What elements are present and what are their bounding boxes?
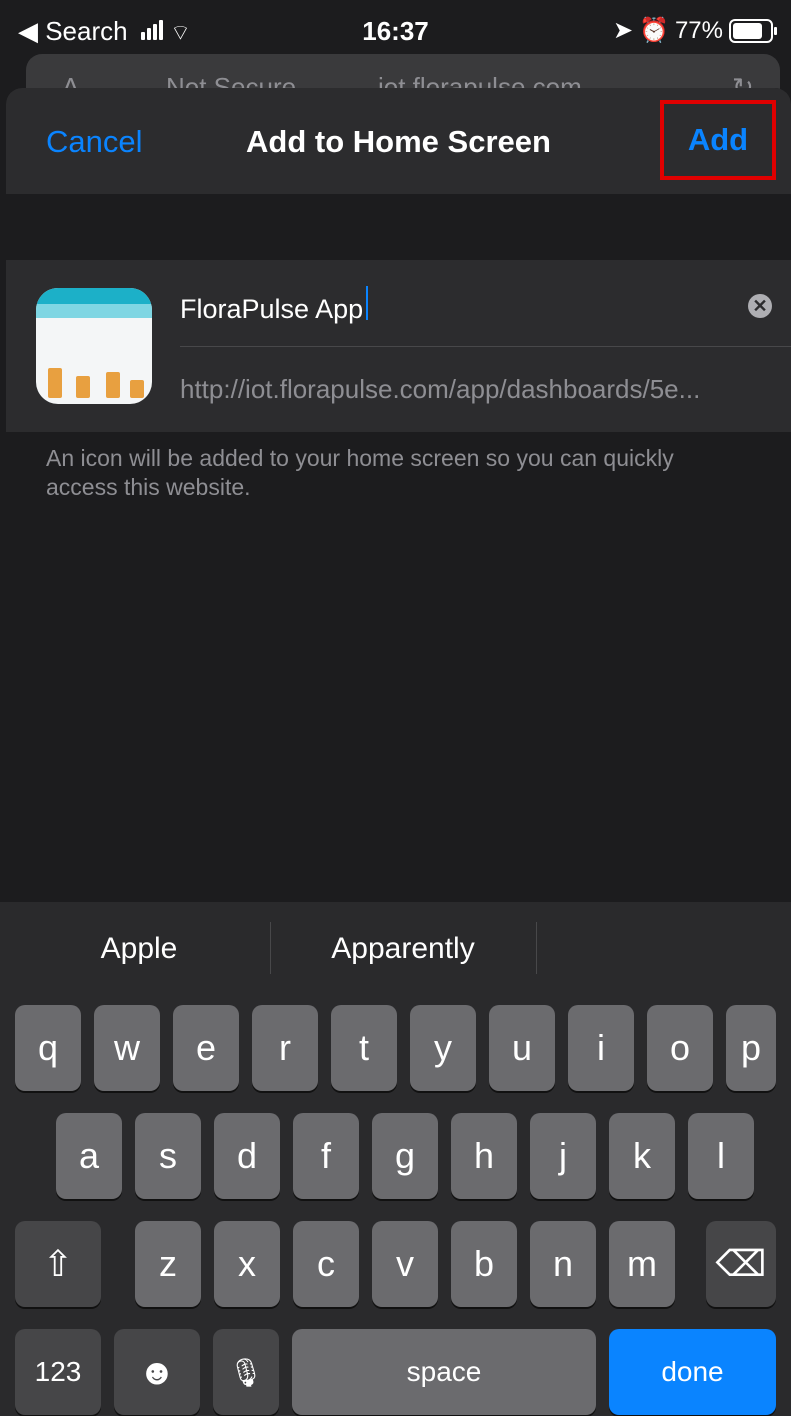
key-i[interactable]: i (568, 1005, 634, 1091)
dictation-key[interactable]: 🎙 (213, 1329, 279, 1415)
key-z[interactable]: z (135, 1221, 201, 1307)
add-button[interactable]: Add (660, 100, 776, 180)
suggestion-bar: Apple Apparently (0, 902, 791, 998)
alarm-icon: ⏰ (639, 17, 669, 44)
key-r[interactable]: r (252, 1005, 318, 1091)
key-e[interactable]: e (173, 1005, 239, 1091)
key-y[interactable]: y (410, 1005, 476, 1091)
key-c[interactable]: c (293, 1221, 359, 1307)
emoji-key[interactable]: ☻ (114, 1329, 200, 1415)
battery-percent: 77% (674, 16, 723, 44)
key-s[interactable]: s (135, 1113, 201, 1199)
key-x[interactable]: x (214, 1221, 280, 1307)
key-o[interactable]: o (647, 1005, 713, 1091)
divider (180, 346, 791, 347)
shortcut-card: ✕ http://iot.florapulse.com/app/dashboar… (6, 260, 791, 432)
key-d[interactable]: d (214, 1113, 280, 1199)
suggestion-apparently[interactable]: Apparently (272, 932, 534, 966)
text-caret (366, 286, 368, 320)
delete-key[interactable]: ⌫ (706, 1221, 776, 1307)
key-l[interactable]: l (688, 1113, 754, 1199)
location-icon: ➤ (612, 17, 634, 44)
key-u[interactable]: u (489, 1005, 555, 1091)
key-t[interactable]: t (331, 1005, 397, 1091)
space-key[interactable]: space (292, 1329, 596, 1415)
key-h[interactable]: h (451, 1113, 517, 1199)
shift-key[interactable]: ⇧ (15, 1221, 101, 1307)
add-button-label: Add (687, 122, 749, 157)
microphone-icon: 🎙 (228, 1356, 264, 1388)
key-n[interactable]: n (530, 1221, 596, 1307)
suggestion-apple[interactable]: Apple (8, 932, 270, 966)
sheet-nav-bar: Cancel Add to Home Screen Add (6, 88, 791, 194)
key-p[interactable]: p (726, 1005, 776, 1091)
done-key[interactable]: done (609, 1329, 776, 1415)
key-k[interactable]: k (609, 1113, 675, 1199)
status-right: ➤ ⏰ 77% (612, 16, 777, 45)
key-b[interactable]: b (451, 1221, 517, 1307)
status-bar: ◀ Search ⌔ 16:37 ➤ ⏰ 77% (0, 0, 791, 62)
key-j[interactable]: j (530, 1113, 596, 1199)
site-thumbnail (36, 288, 152, 404)
emoji-icon: ☻ (138, 1351, 176, 1392)
key-g[interactable]: g (372, 1113, 438, 1199)
suggestion-divider (270, 922, 271, 974)
key-m[interactable]: m (609, 1221, 675, 1307)
key-a[interactable]: a (56, 1113, 122, 1199)
key-f[interactable]: f (293, 1113, 359, 1199)
battery-icon (729, 18, 777, 43)
shortcut-url: http://iot.florapulse.com/app/dashboards… (180, 374, 701, 404)
shift-icon: ⇧ (42, 1243, 74, 1284)
numbers-key[interactable]: 123 (15, 1329, 101, 1415)
keyboard: Apple Apparently q w e r t y u i o p a s… (0, 902, 791, 1416)
shortcut-name-input[interactable] (180, 284, 740, 334)
delete-icon: ⌫ (715, 1243, 767, 1284)
key-v[interactable]: v (372, 1221, 438, 1307)
helper-text: An icon will be added to your home scree… (46, 445, 674, 500)
key-w[interactable]: w (94, 1005, 160, 1091)
key-q[interactable]: q (15, 1005, 81, 1091)
suggestion-divider (536, 922, 537, 974)
clear-text-icon[interactable]: ✕ (748, 294, 772, 318)
